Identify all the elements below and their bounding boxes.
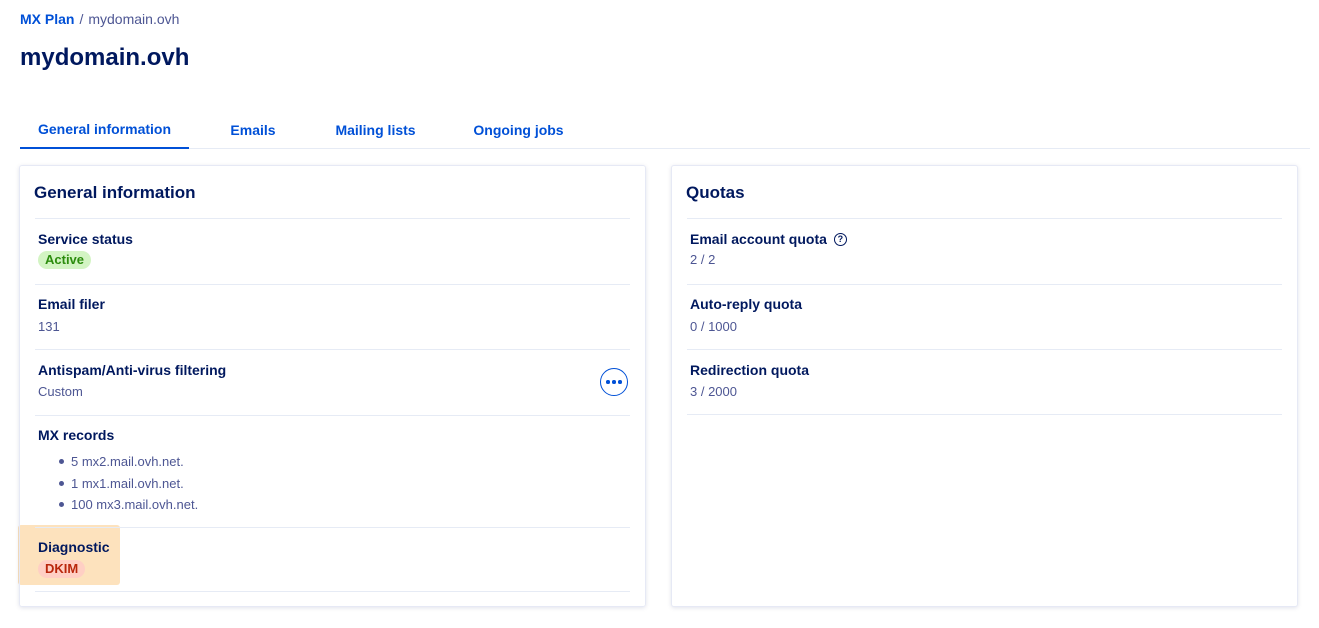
breadcrumb-separator: /: [79, 11, 84, 27]
redirection-quota-label: Redirection quota: [690, 362, 810, 378]
service-status-row: Service status Active: [35, 218, 630, 284]
breadcrumb: MX Plan / mydomain.ovh: [20, 11, 179, 27]
tab-emails[interactable]: Emails: [189, 110, 317, 149]
help-icon[interactable]: ?: [833, 232, 847, 246]
diagnostic-label: Diagnostic: [38, 539, 110, 555]
mx-records-row: MX records 5 mx2.mail.ovh.net. 1 mx1.mai…: [35, 415, 630, 527]
email-filer-value: 131: [38, 319, 60, 334]
diagnostic-value: DKIM: [38, 560, 86, 578]
breadcrumb-current: mydomain.ovh: [88, 11, 180, 27]
tab-ongoing-jobs[interactable]: Ongoing jobs: [434, 110, 603, 149]
service-status-value: Active: [38, 251, 92, 269]
bullet-icon: [59, 459, 64, 465]
auto-reply-quota-value: 0 / 1000: [690, 319, 737, 334]
mx-record-text: 100 mx3.mail.ovh.net.: [71, 497, 199, 512]
list-item: 5 mx2.mail.ovh.net.: [59, 451, 198, 473]
redirection-quota-row: Redirection quota 3 / 2000: [687, 349, 1282, 415]
status-badge-active: Active: [38, 251, 92, 269]
quotas-card-title: Quotas: [686, 183, 745, 202]
general-information-card-title: General information: [34, 183, 196, 202]
bullet-icon: [59, 480, 64, 486]
tab-general-information[interactable]: General information: [20, 110, 189, 149]
antispam-label: Antispam/Anti-virus filtering: [38, 362, 227, 378]
mx-records-label: MX records: [38, 427, 115, 443]
auto-reply-quota-label: Auto-reply quota: [690, 296, 802, 312]
page-title: mydomain.ovh: [20, 44, 190, 71]
breadcrumb-link-mx-plan[interactable]: MX Plan: [20, 11, 74, 27]
bullet-icon: [59, 502, 64, 508]
ellipsis-icon: [606, 380, 610, 384]
tab-mailing-lists[interactable]: Mailing lists: [317, 110, 434, 149]
ellipsis-icon-dot: [612, 380, 616, 384]
service-status-label: Service status: [38, 231, 133, 247]
antispam-row: Antispam/Anti-virus filtering Custom: [35, 349, 630, 415]
mx-record-text: 5 mx2.mail.ovh.net.: [71, 454, 184, 469]
ellipsis-icon-dot: [618, 380, 622, 384]
general-information-card: General information Service status Activ…: [19, 165, 646, 607]
email-account-quota-value: 2 / 2: [690, 252, 716, 267]
auto-reply-quota-row: Auto-reply quota 0 / 1000: [687, 284, 1282, 349]
redirection-quota-value: 3 / 2000: [690, 384, 737, 399]
email-account-quota-label-wrap: Email account quota?: [690, 231, 847, 247]
list-item: 100 mx3.mail.ovh.net.: [59, 494, 198, 516]
tab-bar: General information Emails Mailing lists…: [20, 110, 1310, 149]
antispam-actions-button[interactable]: [600, 368, 628, 396]
mx-record-text: 1 mx1.mail.ovh.net.: [71, 475, 184, 491]
email-account-quota-row: Email account quota? 2 / 2: [687, 218, 1282, 284]
list-item: 1 mx1.mail.ovh.net.: [59, 473, 198, 495]
mx-records-list: 5 mx2.mail.ovh.net. 1 mx1.mail.ovh.net. …: [59, 451, 198, 516]
quotas-card: Quotas Email account quota? 2 / 2 Auto-r…: [671, 165, 1298, 607]
diagnostic-row: Diagnostic DKIM: [35, 527, 630, 592]
antispam-value: Custom: [38, 384, 83, 399]
email-filer-row: Email filer 131: [35, 284, 630, 349]
email-account-quota-label: Email account quota: [690, 231, 827, 247]
diagnostic-badge-dkim[interactable]: DKIM: [38, 560, 86, 578]
email-filer-label: Email filer: [38, 296, 105, 312]
